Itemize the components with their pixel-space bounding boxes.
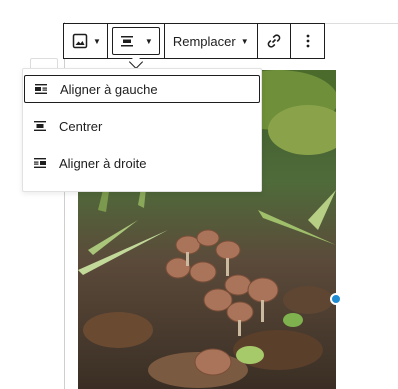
chevron-down-icon: ▼ (93, 36, 101, 46)
more-vertical-icon (300, 33, 316, 49)
toolbar-divider-line (325, 23, 398, 24)
link-button[interactable] (258, 24, 290, 58)
menu-item-center[interactable]: Centrer (23, 112, 261, 140)
chevron-down-icon: ▼ (240, 36, 249, 46)
toolbar-group-block-type: ▼ (64, 24, 108, 58)
block-toolbar: ▼ ▼ Remplacer ▼ (63, 23, 325, 59)
image-icon (72, 33, 88, 49)
image-type-button[interactable]: ▼ (64, 24, 107, 58)
align-center-icon (119, 33, 135, 49)
align-center-icon (33, 119, 47, 133)
link-icon (266, 33, 282, 49)
menu-item-label: Aligner à droite (59, 155, 147, 171)
menu-item-align-left[interactable]: Aligner à gauche (24, 75, 260, 103)
chevron-down-icon: ▼ (144, 36, 153, 46)
menu-item-label: Centrer (59, 118, 103, 134)
align-left-icon (34, 82, 48, 96)
resize-handle[interactable] (330, 293, 342, 305)
toolbar-group-link (258, 24, 291, 58)
replace-button[interactable]: Remplacer ▼ (165, 24, 257, 58)
more-options-button[interactable] (291, 24, 325, 58)
align-dropdown-menu: Aligner à gauche Centrer Aligner à droit… (22, 68, 262, 192)
menu-item-label: Aligner à gauche (60, 81, 158, 97)
menu-item-align-right[interactable]: Aligner à droite (23, 149, 261, 177)
align-button[interactable]: ▼ (111, 27, 160, 55)
replace-button-label: Remplacer (172, 33, 236, 49)
align-right-icon (33, 156, 47, 170)
toolbar-group-more (291, 24, 325, 58)
toolbar-group-align: ▼ (108, 24, 165, 58)
toolbar-group-replace: Remplacer ▼ (165, 24, 258, 58)
